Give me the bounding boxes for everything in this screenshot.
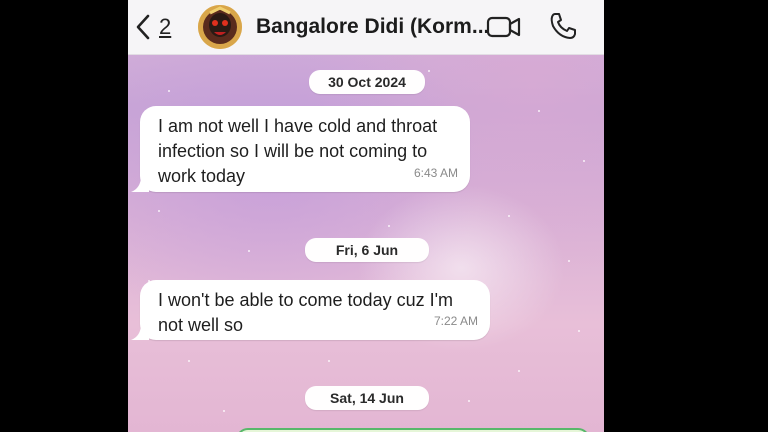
bubble-tail [131,324,149,340]
message-text: I am not well I have cold and throat inf… [158,114,437,189]
bubble-tail [131,176,149,192]
message-text: I won't be able to come today cuz I'm no… [158,288,453,338]
message-line: I won't be able to come today cuz I'm [158,290,454,310]
message-time: 6:43 AM [413,166,458,180]
date-separator: Fri, 6 Jun [305,238,429,262]
chat-screen: 2 Bangalore Didi (Korm... 30 Oct 2024 I … [128,0,604,432]
message-bubble[interactable]: I am not well I have cold and throat inf… [131,106,470,192]
unread-count[interactable]: 2 [159,14,171,40]
message-line: infection so I will be not coming to [158,141,428,161]
video-call-icon[interactable] [486,13,522,41]
message-time: 7:22 AM [433,314,478,328]
date-separator: 30 Oct 2024 [309,70,425,94]
message-line: I am not well I have cold and throat [158,116,438,136]
chat-header: 2 Bangalore Didi (Korm... [128,0,604,55]
outgoing-message-bubble[interactable] [236,428,590,432]
voice-call-icon[interactable] [548,11,578,41]
back-chevron-icon[interactable] [132,12,154,42]
avatar[interactable] [198,5,242,49]
message-bubble[interactable]: I won't be able to come today cuz I'm no… [131,280,490,340]
message-line: work today [158,166,246,186]
contact-name[interactable]: Bangalore Didi (Korm... [256,15,489,39]
message-line: not well so [158,315,244,335]
date-separator: Sat, 14 Jun [305,386,429,410]
